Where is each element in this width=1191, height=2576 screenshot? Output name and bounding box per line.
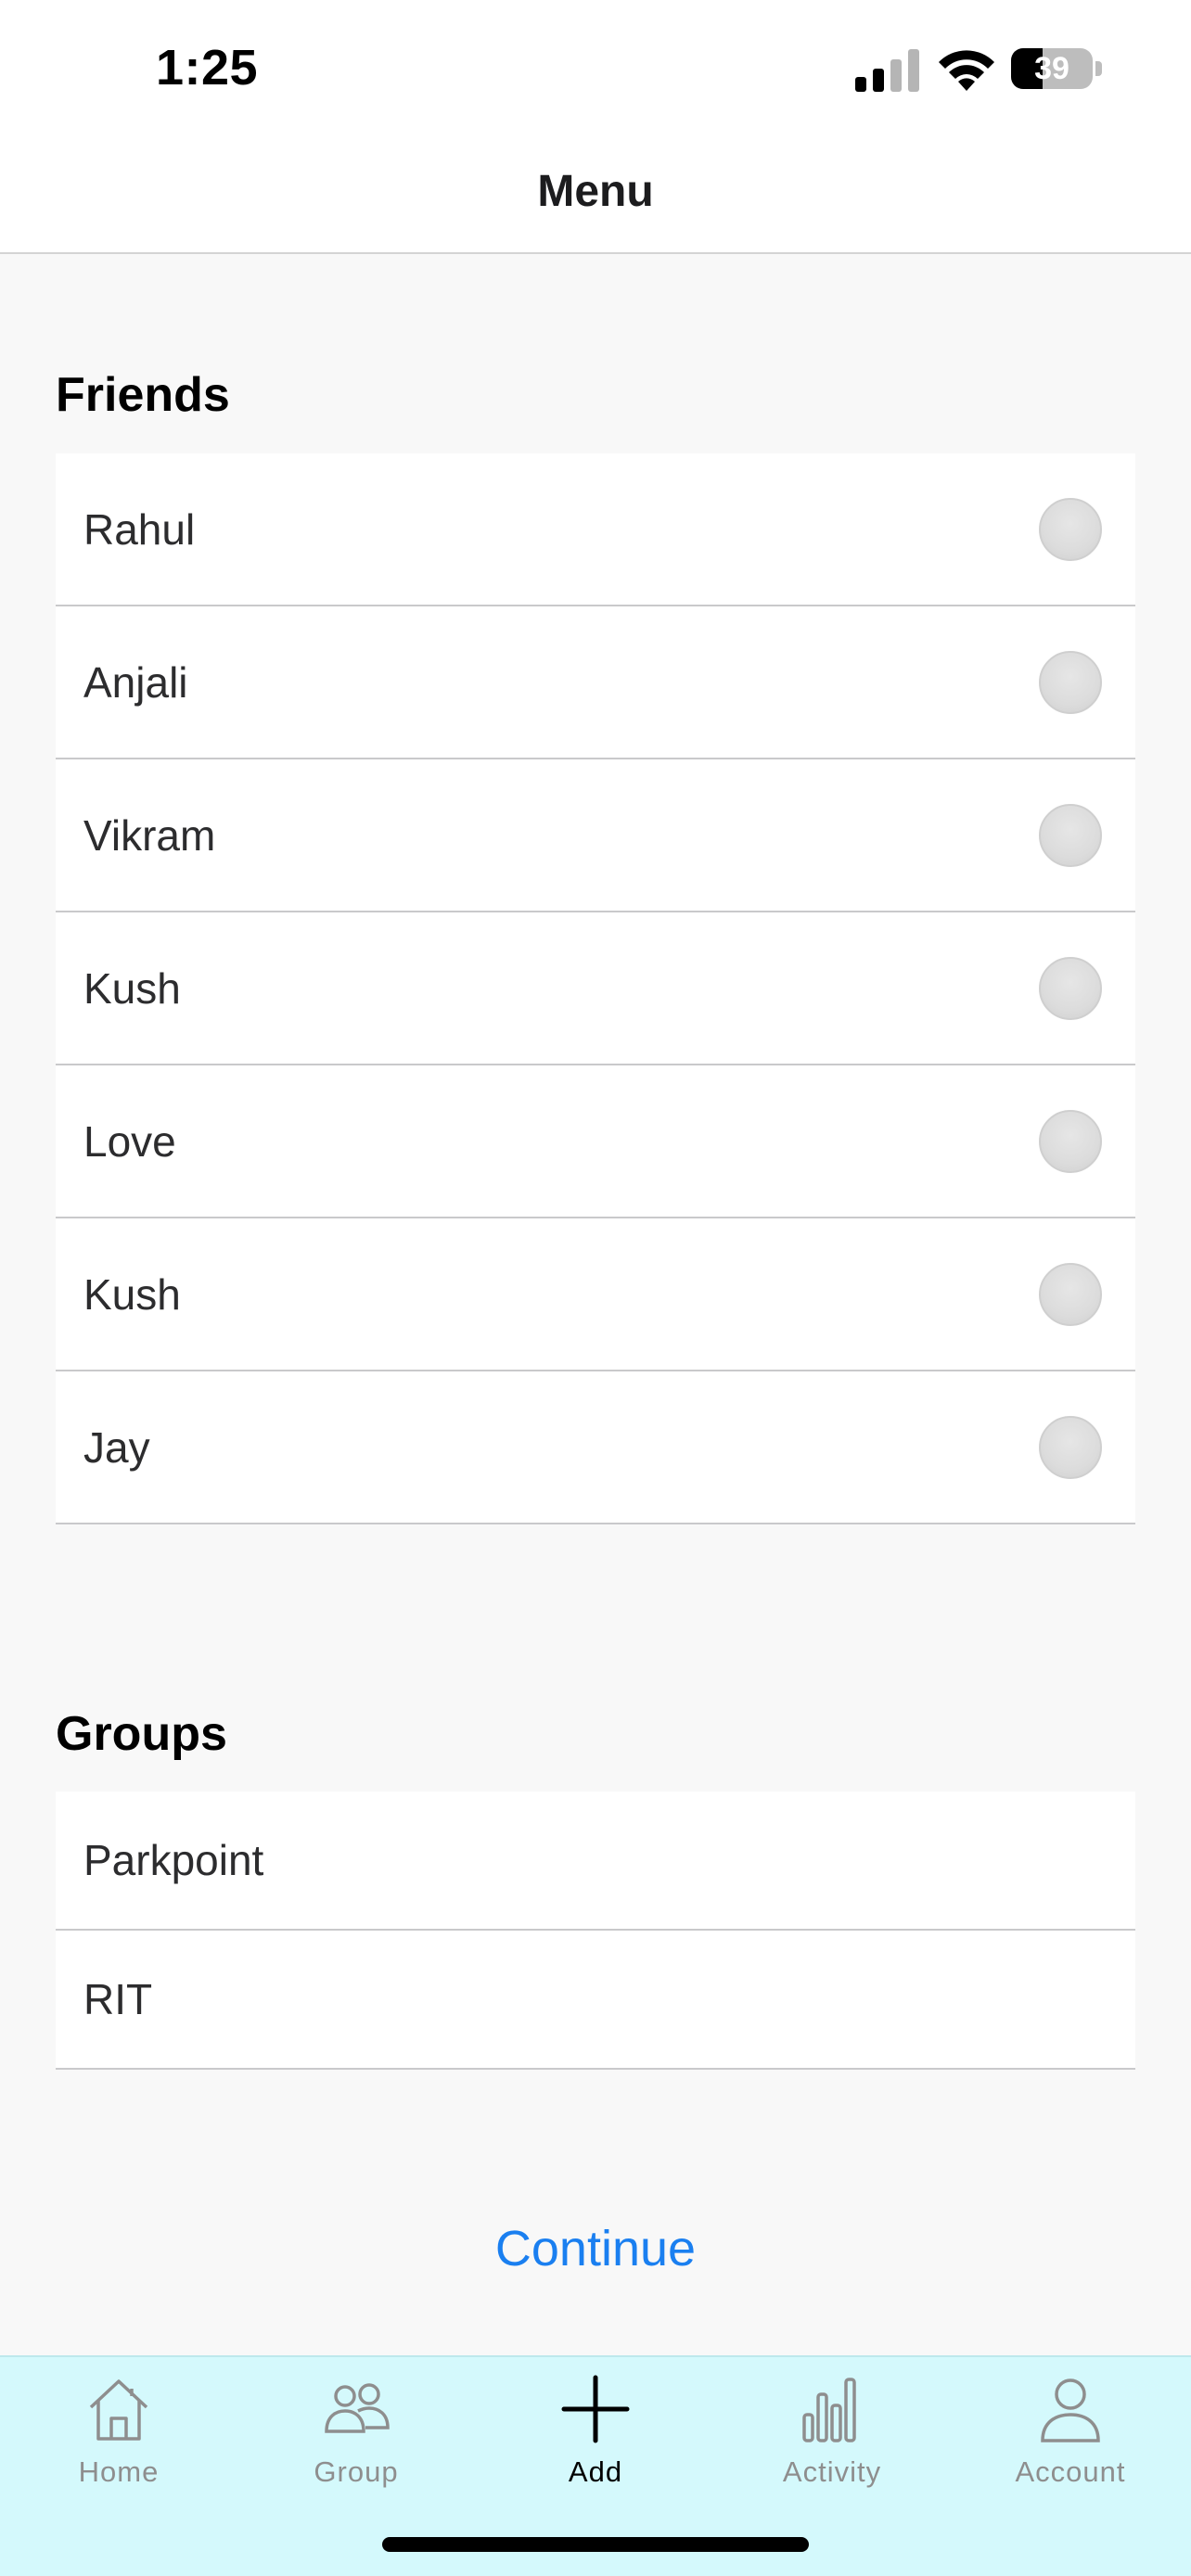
group-name: Parkpoint: [83, 1836, 264, 1884]
select-radio-button[interactable]: [1039, 803, 1102, 867]
friend-row[interactable]: Jay: [56, 1371, 1135, 1524]
friend-row[interactable]: Kush: [56, 1218, 1135, 1371]
friend-name: Vikram: [83, 810, 216, 860]
home-indicator: [382, 2537, 809, 2552]
select-radio-button[interactable]: [1039, 956, 1102, 1020]
friends-list: Rahul Anjali Vikram Kush Love Kush Jay: [56, 453, 1135, 1524]
tab-account-label: Account: [1015, 2455, 1126, 2488]
tab-account[interactable]: Account: [968, 2357, 1172, 2506]
battery-body: 39: [1011, 48, 1093, 89]
friend-row[interactable]: Kush: [56, 912, 1135, 1065]
friend-name: Rahul: [83, 504, 196, 554]
friend-name: Kush: [83, 963, 181, 1013]
people-icon: [325, 2383, 390, 2433]
friend-name: Anjali: [83, 657, 188, 707]
screen: 1:25 39 Menu Friends Rahul Anjali Vikram…: [0, 0, 1191, 2576]
cellular-signal-icon: [855, 49, 919, 92]
bar-chart-icon: [802, 2378, 856, 2442]
person-icon: [1041, 2378, 1100, 2442]
tab-add[interactable]: Add: [493, 2357, 698, 2506]
friend-row[interactable]: Vikram: [56, 759, 1135, 912]
friend-row[interactable]: Rahul: [56, 453, 1135, 606]
battery-level: 39: [1034, 51, 1069, 86]
select-radio-button[interactable]: [1039, 1415, 1102, 1479]
select-radio-button[interactable]: [1039, 1262, 1102, 1326]
select-radio-button[interactable]: [1039, 650, 1102, 714]
plus-icon: [561, 2375, 630, 2443]
tab-activity[interactable]: Activity: [730, 2357, 934, 2506]
friend-row[interactable]: Anjali: [56, 606, 1135, 759]
tab-group[interactable]: Group: [254, 2357, 458, 2506]
group-name: RIT: [83, 1975, 153, 2023]
select-radio-button[interactable]: [1039, 497, 1102, 561]
friend-name: Love: [83, 1116, 176, 1166]
nav-bar: Menu: [0, 139, 1191, 254]
group-row[interactable]: RIT: [56, 1931, 1135, 2070]
select-radio-button[interactable]: [1039, 1109, 1102, 1173]
tab-home-label: Home: [78, 2455, 160, 2488]
status-time: 1:25: [156, 40, 259, 96]
groups-section-title: Groups: [56, 1707, 227, 1761]
wifi-icon: [939, 50, 994, 91]
tab-group-label: Group: [314, 2455, 399, 2488]
battery-icon: 39: [1011, 46, 1104, 93]
friend-name: Jay: [83, 1422, 150, 1472]
tab-activity-label: Activity: [782, 2455, 882, 2488]
house-icon: [89, 2379, 148, 2441]
friends-section-title: Friends: [56, 368, 230, 422]
page-title: Menu: [537, 167, 654, 216]
group-row[interactable]: Parkpoint: [56, 1792, 1135, 1931]
tab-add-label: Add: [568, 2455, 623, 2488]
tab-home[interactable]: Home: [17, 2357, 221, 2506]
friend-row[interactable]: Love: [56, 1065, 1135, 1218]
battery-cap: [1095, 61, 1102, 76]
continue-button[interactable]: Continue: [410, 2207, 781, 2290]
friend-name: Kush: [83, 1269, 181, 1319]
status-bar: 1:25 39: [0, 0, 1191, 139]
groups-list: Parkpoint RIT: [56, 1792, 1135, 2070]
